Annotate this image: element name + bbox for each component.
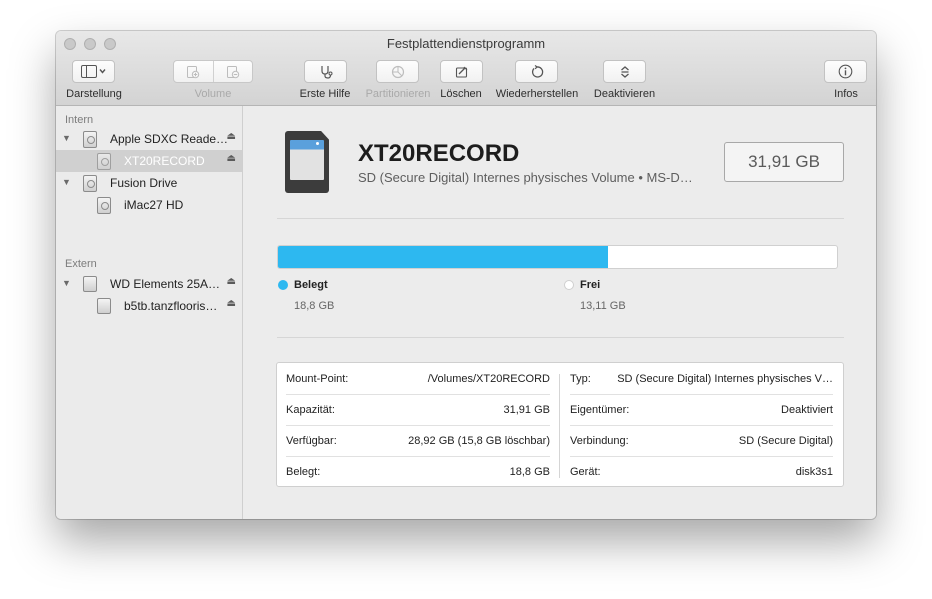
window-title: Festplattendienstprogramm <box>386 36 546 51</box>
internal-disk-icon <box>83 131 97 148</box>
volume-label: Volume <box>194 88 232 100</box>
unmount-icon <box>620 65 629 78</box>
eject-icon[interactable]: ⏏ <box>227 153 236 164</box>
info-row-capacity: Kapazität: 31,91 GB <box>286 394 550 424</box>
toolbar: Festplattendienstprogramm Darstellung Vo… <box>56 31 876 106</box>
sidebar-item-label: iMac27 HD <box>124 198 184 212</box>
volume-detail-pane: XT20RECORD SD (Secure Digital) Internes … <box>244 106 876 519</box>
info-icon <box>838 64 853 79</box>
volume-info-table: Mount-Point: /Volumes/XT20RECORD Kapazit… <box>276 362 844 487</box>
disclosure-triangle-icon[interactable]: ▼ <box>62 177 71 187</box>
sidebar-header-internal: Intern <box>65 114 94 126</box>
sidebar-item-label: b5tb.tanzflooris… <box>124 299 218 313</box>
column-divider <box>559 374 560 478</box>
add-volume-icon <box>187 65 200 78</box>
info-value: SD (Secure Digital) <box>738 435 833 447</box>
info-key: Verfügbar: <box>286 435 337 447</box>
info-value: Deaktiviert <box>781 404 833 416</box>
volume-disk-icon <box>97 153 111 170</box>
first-aid-button[interactable] <box>304 60 347 83</box>
info-row-device: Gerät: disk3s1 <box>570 456 833 486</box>
remove-volume-button[interactable] <box>212 61 253 82</box>
used-legend-swatch <box>278 280 288 290</box>
sidebar-item-label: Apple SDXC Reade… <box>110 132 229 146</box>
info-value: SD (Secure Digital) Internes physisches … <box>617 373 833 385</box>
capacity-badge: 31,91 GB <box>724 142 844 182</box>
info-row-connection: Verbindung: SD (Secure Digital) <box>570 425 833 455</box>
volume-disk-icon <box>97 197 111 214</box>
sidebar-item-label: WD Elements 25A… <box>110 277 221 291</box>
disclosure-triangle-icon[interactable]: ▼ <box>62 133 71 143</box>
add-volume-button[interactable] <box>174 61 213 82</box>
external-disk-icon <box>83 276 97 292</box>
info-key: Belegt: <box>286 466 321 478</box>
info-value: /Volumes/XT20RECORD <box>427 373 550 385</box>
info-button[interactable] <box>824 60 867 83</box>
disclosure-triangle-icon[interactable]: ▼ <box>62 278 71 288</box>
volume-name: XT20RECORD <box>358 140 520 167</box>
used-legend-value: 18,8 GB <box>294 300 335 312</box>
sidebar-item-label: Fusion Drive <box>110 176 178 190</box>
info-row-available: Verfügbar: 28,92 GB (15,8 GB löschbar) <box>286 425 550 455</box>
info-value: 31,91 GB <box>503 404 550 416</box>
partition-button[interactable] <box>376 60 419 83</box>
eject-icon[interactable]: ⏏ <box>227 276 236 287</box>
volume-description: SD (Secure Digital) Internes physisches … <box>358 170 693 185</box>
info-key: Eigentümer: <box>570 404 630 416</box>
stethoscope-icon <box>320 65 332 79</box>
restore-label: Wiederherstellen <box>495 88 579 100</box>
info-row-used: Belegt: 18,8 GB <box>286 456 550 486</box>
info-key: Verbindung: <box>570 435 629 447</box>
volume-segment <box>173 60 253 83</box>
partition-pie-icon <box>391 65 404 78</box>
eject-icon[interactable]: ⏏ <box>227 298 236 309</box>
info-row-mount-point: Mount-Point: /Volumes/XT20RECORD <box>286 363 550 393</box>
info-value: 28,92 GB (15,8 GB löschbar) <box>408 435 550 447</box>
divider <box>277 337 844 338</box>
erase-button[interactable] <box>440 60 483 83</box>
sidebar-item-imac27-hd[interactable]: iMac27 HD <box>56 194 242 216</box>
info-key: Mount-Point: <box>286 373 349 385</box>
info-label: Infos <box>834 88 858 100</box>
divider <box>277 218 844 219</box>
partition-label: Partitionieren <box>365 88 431 100</box>
sidebar-item-label: XT20RECORD <box>124 154 205 168</box>
usage-bar <box>277 245 838 269</box>
disk-utility-window: Festplattendienstprogramm Darstellung Vo… <box>56 31 876 519</box>
info-key: Kapazität: <box>286 404 335 416</box>
internal-disk-icon <box>83 175 97 192</box>
sidebar-item-xt20record[interactable]: XT20RECORD ⏏ <box>56 150 242 172</box>
unmount-button[interactable] <box>603 60 646 83</box>
erase-icon <box>455 66 467 78</box>
sidebar-item-sdxc-reader[interactable]: ▼ Apple SDXC Reade… ⏏ <box>56 128 242 150</box>
first-aid-label: Erste Hilfe <box>299 88 351 100</box>
sidebar-view-icon <box>80 65 106 78</box>
sidebar-item-fusion-drive[interactable]: ▼ Fusion Drive <box>56 172 242 194</box>
view-button[interactable] <box>72 60 115 83</box>
view-label: Darstellung <box>66 88 122 100</box>
external-volume-icon <box>97 298 111 314</box>
info-value: 18,8 GB <box>509 466 550 478</box>
info-key: Gerät: <box>570 466 601 478</box>
restore-arrow-icon <box>531 64 543 78</box>
erase-label: Löschen <box>440 88 482 100</box>
info-value: disk3s1 <box>795 466 833 478</box>
free-legend-swatch <box>564 280 574 290</box>
info-row-owners: Eigentümer: Deaktiviert <box>570 394 833 424</box>
used-legend-title: Belegt <box>294 279 328 291</box>
sidebar-header-external: Extern <box>65 258 97 270</box>
eject-icon[interactable]: ⏏ <box>227 131 236 142</box>
sd-card-icon <box>285 131 329 193</box>
restore-button[interactable] <box>515 60 558 83</box>
free-legend-value: 13,11 GB <box>580 300 626 312</box>
info-row-type: Typ: SD (Secure Digital) Internes physis… <box>570 363 833 393</box>
remove-volume-icon <box>226 65 239 78</box>
unmount-label: Deaktivieren <box>593 88 656 100</box>
sidebar: Intern ▼ Apple SDXC Reade… ⏏ XT20RECORD … <box>56 106 243 519</box>
sidebar-item-b5tb[interactable]: b5tb.tanzflooris… ⏏ <box>56 295 242 317</box>
usage-bar-used <box>278 246 608 268</box>
info-key: Typ: <box>570 373 591 385</box>
free-legend-title: Frei <box>580 279 601 291</box>
sidebar-item-wd-elements[interactable]: ▼ WD Elements 25A… ⏏ <box>56 273 242 295</box>
